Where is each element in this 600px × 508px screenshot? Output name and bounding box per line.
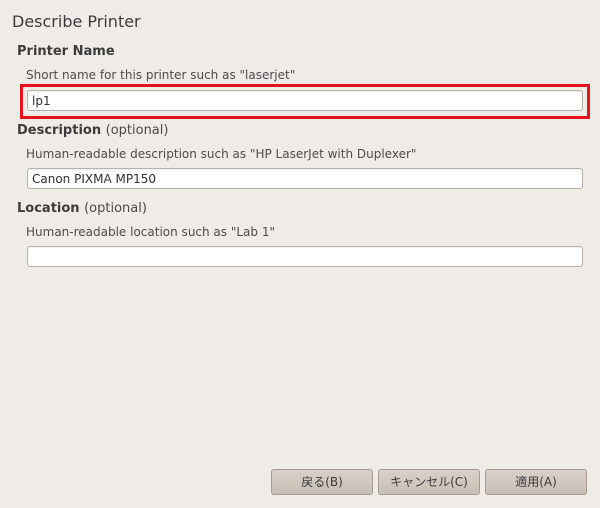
location-input[interactable]	[27, 246, 583, 267]
description-input[interactable]	[27, 168, 583, 189]
location-label: Location	[17, 201, 80, 216]
location-heading: Location (optional)	[17, 200, 147, 218]
description-heading: Description (optional)	[17, 122, 168, 140]
printer-name-heading: Printer Name	[17, 43, 115, 61]
printer-name-hint: Short name for this printer such as "las…	[26, 68, 296, 82]
apply-button[interactable]: 適用(A)	[485, 469, 587, 495]
location-optional-label: (optional)	[84, 201, 147, 216]
description-optional-label: (optional)	[105, 123, 169, 138]
describe-printer-page: Describe Printer Printer Name Short name…	[0, 0, 600, 508]
description-label: Description	[17, 123, 102, 138]
cancel-button[interactable]: キャンセル(C)	[378, 469, 480, 495]
page-title: Describe Printer	[12, 12, 141, 31]
location-hint: Human-readable location such as "Lab 1"	[26, 225, 275, 239]
printer-name-input[interactable]	[27, 90, 583, 111]
back-button[interactable]: 戻る(B)	[271, 469, 373, 495]
printer-name-label: Printer Name	[17, 44, 115, 59]
description-hint: Human-readable description such as "HP L…	[26, 147, 417, 161]
